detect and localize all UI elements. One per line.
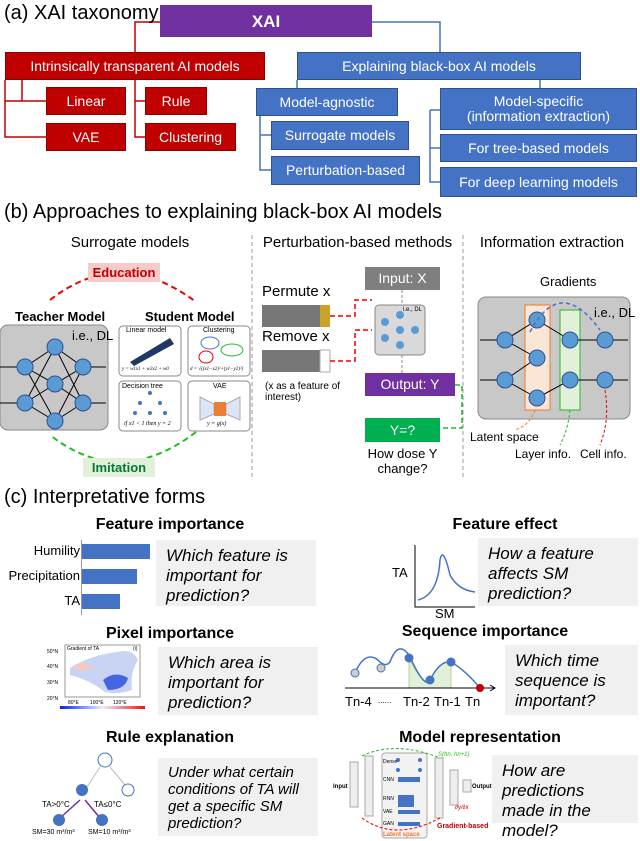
- feature-effect-xlabel: SM: [435, 606, 455, 621]
- seq-tick: Tn: [465, 694, 481, 709]
- rule-right-condition: TA≤0°C: [94, 800, 122, 809]
- mr-layer: Dense: [383, 759, 398, 765]
- mr-layer: RNN: [383, 796, 394, 802]
- lat-tick: 40°N: [47, 664, 59, 670]
- lat-tick: 50°N: [47, 649, 59, 655]
- rule-right-leaf: SM=10 m³/m³: [88, 829, 131, 836]
- mr-gradient: ∂y/∂x: [455, 805, 469, 811]
- mr-gradient-based: Gradient-based: [437, 823, 489, 830]
- feature-effect-ylabel: TA: [392, 565, 408, 580]
- lon-tick: 100°E: [90, 700, 104, 706]
- feature-effect-plot: [414, 545, 476, 608]
- lat-tick: 20°N: [47, 696, 59, 702]
- lon-tick: 80°E: [68, 700, 79, 706]
- map-panel-label: (i): [133, 646, 138, 652]
- seq-tick: Tn-1: [434, 694, 461, 709]
- rule-tree: [53, 752, 135, 826]
- seq-tick: ......: [378, 696, 392, 705]
- mr-similarity: S(hn, hn+1): [438, 752, 470, 758]
- rule-left-leaf: SM=30 m³/m³: [32, 829, 75, 836]
- sequence-importance-plot: [345, 648, 496, 692]
- mr-layer: CNN: [383, 777, 394, 783]
- mr-layer: GAN: [383, 821, 394, 827]
- mr-output-label: Output: [472, 784, 492, 790]
- map-title: Gradient of TA: [67, 646, 100, 652]
- mr-input-label: Input: [333, 784, 348, 790]
- mr-layer: VAE: [383, 809, 393, 815]
- seq-tick: Tn-4: [345, 694, 372, 709]
- lat-tick: 30°N: [47, 680, 59, 686]
- lon-tick: 120°E: [113, 700, 127, 706]
- seq-tick: Tn-2: [403, 694, 430, 709]
- mr-latent-space: Latent space: [383, 832, 420, 838]
- section-c-graphics: [53, 545, 496, 839]
- rule-left-condition: TA>0°C: [42, 800, 70, 809]
